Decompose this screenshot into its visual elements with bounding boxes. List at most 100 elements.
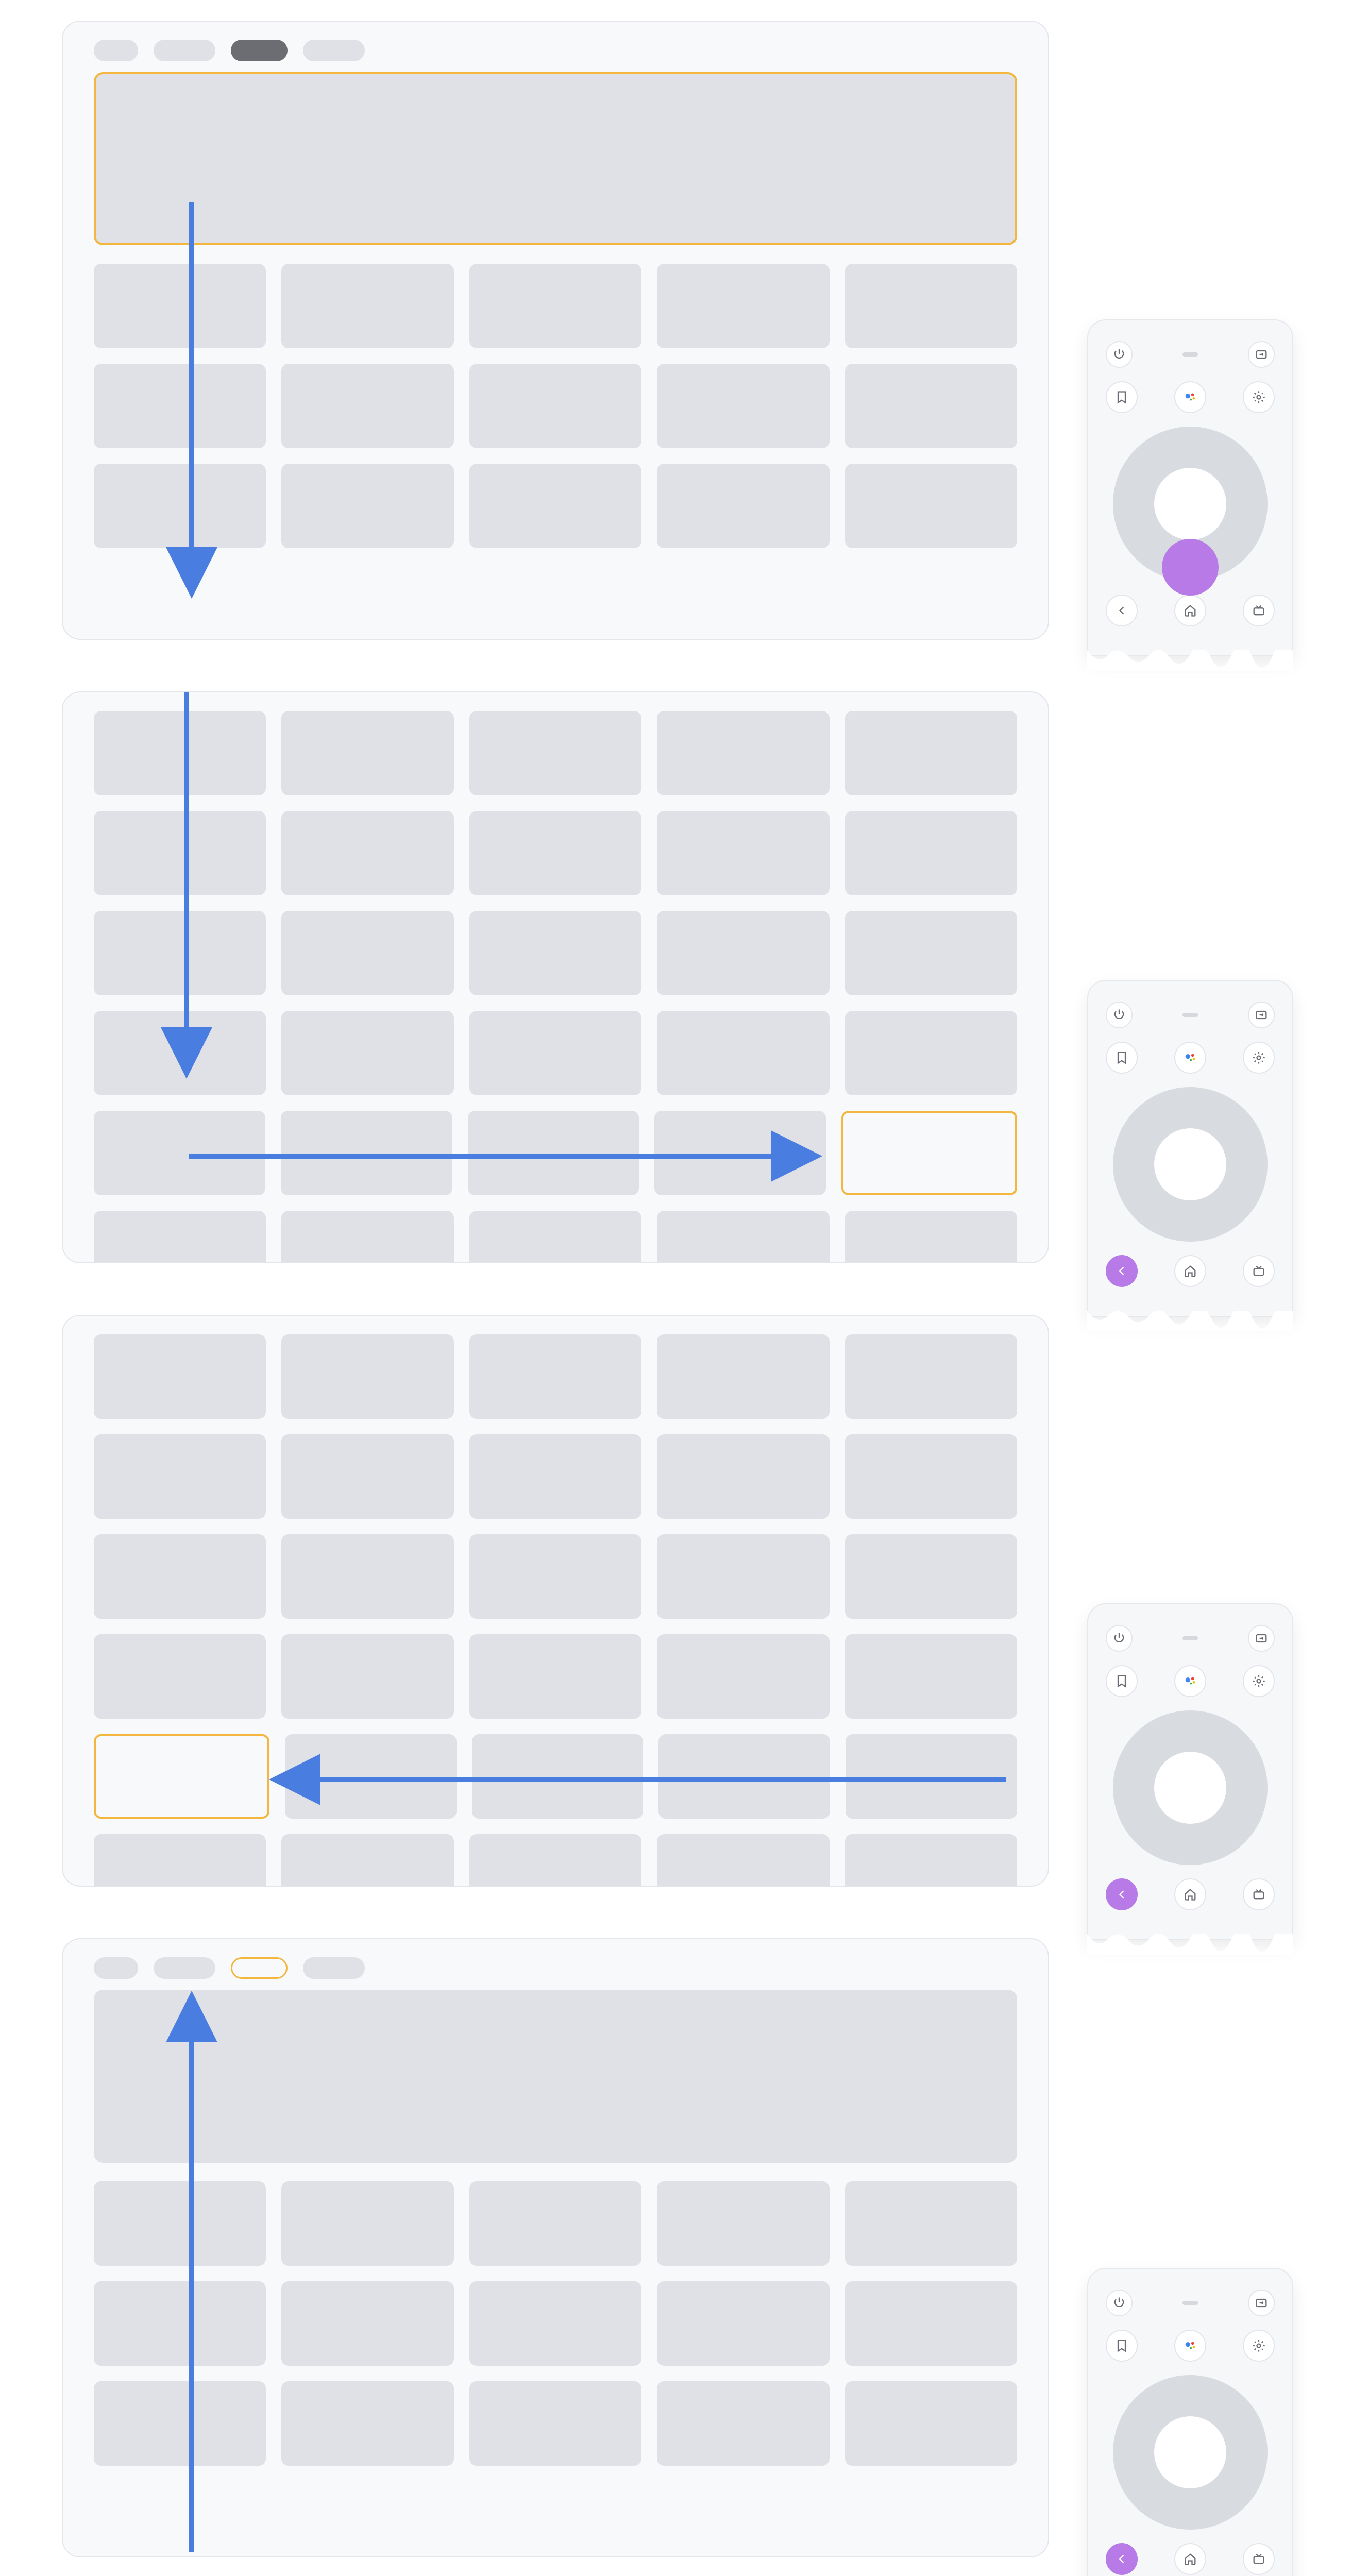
back-button-highlighted[interactable] — [1106, 1878, 1138, 1910]
content-tile-focused[interactable] — [94, 1734, 269, 1819]
content-tile[interactable] — [281, 264, 453, 348]
content-tile[interactable] — [469, 1211, 641, 1263]
hero-banner-focused[interactable] — [94, 72, 1017, 245]
bookmark-button[interactable] — [1106, 2330, 1138, 2362]
content-tile[interactable] — [468, 1111, 639, 1195]
content-tile[interactable] — [472, 1734, 644, 1819]
tab-pill[interactable] — [94, 1957, 138, 1979]
dpad-select[interactable] — [1154, 468, 1226, 540]
assistant-button[interactable] — [1174, 1665, 1206, 1697]
content-tile[interactable] — [657, 2281, 829, 2366]
content-tile-focused[interactable] — [841, 1111, 1017, 1195]
content-tile[interactable] — [657, 2181, 829, 2266]
dpad[interactable] — [1113, 1087, 1268, 1242]
content-tile[interactable] — [657, 1634, 829, 1719]
content-tile[interactable] — [281, 811, 453, 895]
content-tile[interactable] — [94, 1211, 266, 1263]
home-button[interactable] — [1174, 1255, 1206, 1287]
back-button-highlighted[interactable] — [1106, 1255, 1138, 1287]
content-tile[interactable] — [469, 464, 641, 548]
content-tile[interactable] — [281, 1634, 453, 1719]
dpad-select[interactable] — [1154, 2416, 1226, 2488]
content-tile[interactable] — [94, 464, 266, 548]
content-tile[interactable] — [845, 711, 1017, 795]
content-tile[interactable] — [94, 2381, 266, 2466]
content-tile[interactable] — [657, 711, 829, 795]
content-tile[interactable] — [469, 1011, 641, 1095]
bookmark-button[interactable] — [1106, 1042, 1138, 1074]
content-tile[interactable] — [657, 1534, 829, 1619]
content-tile[interactable] — [281, 1111, 452, 1195]
live-tv-button[interactable] — [1243, 1255, 1275, 1287]
content-tile[interactable] — [657, 1434, 829, 1519]
power-button[interactable] — [1106, 1625, 1133, 1652]
back-button-highlighted[interactable] — [1106, 2543, 1138, 2575]
content-tile[interactable] — [845, 1011, 1017, 1095]
content-tile[interactable] — [281, 2381, 453, 2466]
back-button[interactable] — [1106, 595, 1138, 626]
hero-banner[interactable] — [94, 1990, 1017, 2163]
dpad[interactable] — [1113, 1710, 1268, 1865]
content-tile[interactable] — [281, 2181, 453, 2266]
tab-pill[interactable] — [94, 40, 138, 61]
tab-pill[interactable] — [154, 40, 215, 61]
content-tile[interactable] — [657, 811, 829, 895]
live-tv-button[interactable] — [1243, 595, 1275, 626]
content-tile[interactable] — [281, 364, 453, 448]
content-tile[interactable] — [469, 1434, 641, 1519]
content-tile[interactable] — [469, 1834, 641, 1887]
content-tile[interactable] — [657, 464, 829, 548]
content-tile[interactable] — [469, 2281, 641, 2366]
tab-pill-active[interactable] — [231, 40, 288, 61]
content-tile[interactable] — [845, 2381, 1017, 2466]
content-tile[interactable] — [469, 1534, 641, 1619]
settings-button[interactable] — [1243, 1042, 1275, 1074]
content-tile[interactable] — [94, 811, 266, 895]
content-tile[interactable] — [657, 2381, 829, 2466]
content-tile[interactable] — [469, 1634, 641, 1719]
content-tile[interactable] — [845, 2181, 1017, 2266]
dpad[interactable] — [1113, 2375, 1268, 2530]
content-tile[interactable] — [281, 1334, 453, 1419]
content-tile[interactable] — [845, 811, 1017, 895]
assistant-button[interactable] — [1174, 381, 1206, 413]
content-tile[interactable] — [94, 1634, 266, 1719]
content-tile[interactable] — [94, 911, 266, 995]
content-tile[interactable] — [657, 911, 829, 995]
content-tile[interactable] — [845, 2281, 1017, 2366]
content-tile[interactable] — [657, 264, 829, 348]
input-button[interactable] — [1248, 2290, 1275, 2316]
dpad-select[interactable] — [1154, 1752, 1226, 1824]
input-button[interactable] — [1248, 341, 1275, 368]
content-tile[interactable] — [94, 1534, 266, 1619]
content-tile[interactable] — [94, 264, 266, 348]
content-tile[interactable] — [94, 2181, 266, 2266]
content-tile[interactable] — [469, 2381, 641, 2466]
assistant-button[interactable] — [1174, 2330, 1206, 2362]
bookmark-button[interactable] — [1106, 381, 1138, 413]
content-tile[interactable] — [845, 1634, 1017, 1719]
content-tile[interactable] — [658, 1734, 830, 1819]
content-tile[interactable] — [657, 1334, 829, 1419]
home-button[interactable] — [1174, 595, 1206, 626]
power-button[interactable] — [1106, 1002, 1133, 1028]
settings-button[interactable] — [1243, 2330, 1275, 2362]
input-button[interactable] — [1248, 1625, 1275, 1652]
content-tile[interactable] — [94, 1011, 266, 1095]
dpad-select[interactable] — [1154, 1128, 1226, 1200]
content-tile[interactable] — [845, 1534, 1017, 1619]
content-tile[interactable] — [281, 1834, 453, 1887]
bookmark-button[interactable] — [1106, 1665, 1138, 1697]
content-tile[interactable] — [845, 1434, 1017, 1519]
content-tile[interactable] — [846, 1734, 1017, 1819]
content-tile[interactable] — [845, 364, 1017, 448]
content-tile[interactable] — [657, 1834, 829, 1887]
content-tile[interactable] — [94, 1434, 266, 1519]
content-tile[interactable] — [469, 264, 641, 348]
settings-button[interactable] — [1243, 1665, 1275, 1697]
content-tile[interactable] — [654, 1111, 826, 1195]
content-tile[interactable] — [94, 1334, 266, 1419]
content-tile[interactable] — [94, 1111, 265, 1195]
content-tile[interactable] — [657, 364, 829, 448]
tab-pill[interactable] — [303, 40, 365, 61]
